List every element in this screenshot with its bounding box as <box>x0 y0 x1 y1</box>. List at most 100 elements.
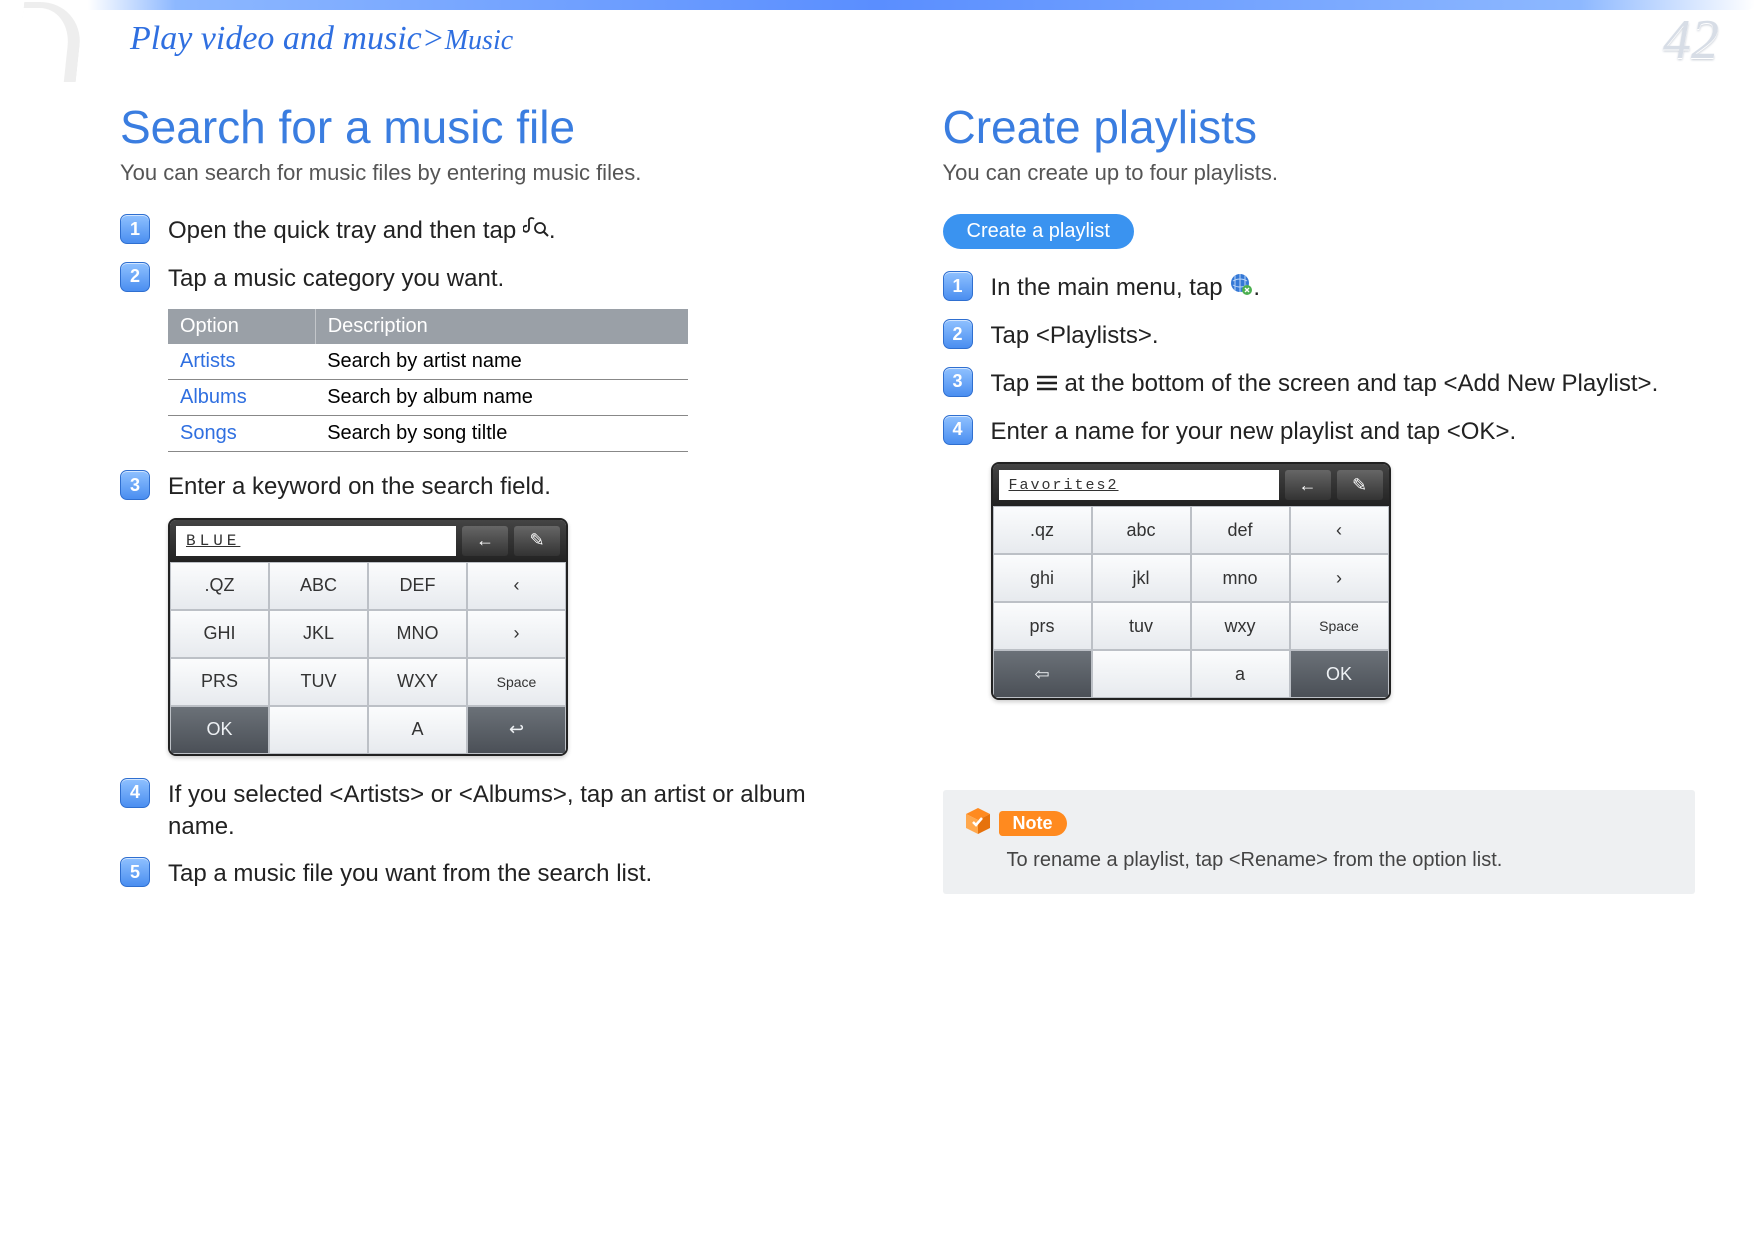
left-step-2-text: Tap a music category you want. <box>168 262 504 295</box>
opt-name: Songs <box>168 416 315 452</box>
keypad-key[interactable]: jkl <box>1092 554 1191 602</box>
step-badge: 3 <box>943 367 973 397</box>
right-step-3a: Tap <box>991 370 1036 397</box>
step-badge: 4 <box>120 778 150 808</box>
left-step-5-text: Tap a music file you want from the searc… <box>168 857 652 890</box>
breadcrumb-part1: Play video and music <box>130 20 422 57</box>
step-badge: 1 <box>120 214 150 244</box>
keypad-key[interactable]: WXY <box>368 658 467 706</box>
note-label: Note <box>999 811 1067 836</box>
keypad-key[interactable]: ‹ <box>467 562 566 610</box>
keypad-key[interactable]: TUV <box>269 658 368 706</box>
breadcrumb-swoosh <box>16 2 84 82</box>
keypad-key[interactable]: mno <box>1191 554 1290 602</box>
breadcrumb: Play video and music>Music <box>60 20 580 58</box>
keypad-key[interactable]: MNO <box>368 610 467 658</box>
keypad-key[interactable]: prs <box>993 602 1092 650</box>
table-row: Songs Search by song tiltle <box>168 416 688 452</box>
keypad-key[interactable]: Space <box>467 658 566 706</box>
keypad-back-button[interactable]: ← <box>462 526 508 556</box>
keypad-key[interactable] <box>269 706 368 754</box>
left-keypad: BLUE ← ✎ .QZABCDEF‹ GHIJKLMNO› PRSTUVWXYSp… <box>168 518 568 756</box>
left-step-3: 3 Enter a keyword on the search field. <box>120 470 873 503</box>
keypad-key[interactable]: OK <box>170 706 269 754</box>
right-step-2-text: Tap <Playlists>. <box>991 319 1159 352</box>
left-step-3-text: Enter a keyword on the search field. <box>168 470 551 503</box>
music-search-icon <box>523 215 549 247</box>
top-accent-bar <box>0 0 1755 10</box>
keypad-key[interactable]: › <box>1290 554 1389 602</box>
opt-desc: Search by album name <box>315 380 688 416</box>
left-step-4: 4 If you selected <Artists> or <Albums>,… <box>120 778 873 844</box>
right-lead: You can create up to four playlists. <box>943 160 1696 186</box>
table-row: Albums Search by album name <box>168 380 688 416</box>
keypad-key[interactable]: › <box>467 610 566 658</box>
left-step-1b: . <box>549 217 556 244</box>
keypad-key[interactable]: ‹ <box>1290 506 1389 554</box>
keypad-key[interactable]: Space <box>1290 602 1389 650</box>
keypad-key[interactable]: .qz <box>993 506 1092 554</box>
note-cube-icon <box>963 806 993 841</box>
keypad-key[interactable]: ⇦ <box>993 650 1092 698</box>
keypad-key[interactable]: ABC <box>269 562 368 610</box>
right-step-1: 1 In the main menu, tap . <box>943 271 1696 305</box>
right-step-1a: In the main menu, tap <box>991 274 1230 301</box>
keypad-edit-button[interactable]: ✎ <box>514 526 560 556</box>
left-step-2: 2 Tap a music category you want. <box>120 262 873 295</box>
page-number: 42 <box>1663 8 1719 72</box>
opt-desc: Search by song tiltle <box>315 416 688 452</box>
step-badge: 1 <box>943 271 973 301</box>
step-badge: 5 <box>120 857 150 887</box>
right-step-4: 4 Enter a name for your new playlist and… <box>943 415 1696 448</box>
keypad-key[interactable] <box>1092 650 1191 698</box>
keypad-key[interactable]: OK <box>1290 650 1389 698</box>
keypad-key[interactable]: GHI <box>170 610 269 658</box>
note-body: To rename a playlist, tap <Rename> from … <box>963 849 1676 872</box>
opts-head-desc: Description <box>315 309 688 344</box>
right-step-4-text: Enter a name for your new playlist and t… <box>991 415 1517 448</box>
step-badge: 2 <box>943 319 973 349</box>
menu-icon <box>1036 368 1058 400</box>
keypad-key[interactable]: abc <box>1092 506 1191 554</box>
left-heading: Search for a music file <box>120 100 873 154</box>
right-step-1b: . <box>1253 274 1260 301</box>
keypad-key[interactable]: def <box>1191 506 1290 554</box>
right-step-3b: at the bottom of the screen and tap <Add… <box>1065 370 1659 397</box>
step-badge: 2 <box>120 262 150 292</box>
left-step-1a: Open the quick tray and then tap <box>168 217 523 244</box>
create-playlist-pill: Create a playlist <box>943 214 1134 249</box>
right-keypad: Favorites2 ← ✎ .qzabcdef‹ ghijklmno› prstu… <box>991 462 1391 700</box>
step-badge: 4 <box>943 415 973 445</box>
opts-head-option: Option <box>168 309 315 344</box>
keypad-key[interactable]: wxy <box>1191 602 1290 650</box>
opt-desc: Search by artist name <box>315 344 688 380</box>
keypad-input[interactable]: Favorites2 <box>999 470 1279 500</box>
left-lead: You can search for music files by enteri… <box>120 160 873 186</box>
note-box: Note To rename a playlist, tap <Rename> … <box>943 790 1696 894</box>
keypad-back-button[interactable]: ← <box>1285 470 1331 500</box>
step-badge: 3 <box>120 470 150 500</box>
keypad-key[interactable]: ↩ <box>467 706 566 754</box>
breadcrumb-sep: > <box>422 20 445 57</box>
table-row: Artists Search by artist name <box>168 344 688 380</box>
keypad-key[interactable]: .QZ <box>170 562 269 610</box>
left-step-1: 1 Open the quick tray and then tap . <box>120 214 873 248</box>
keypad-key[interactable]: PRS <box>170 658 269 706</box>
keypad-key[interactable]: tuv <box>1092 602 1191 650</box>
keypad-input[interactable]: BLUE <box>176 526 456 556</box>
globe-icon <box>1229 272 1253 305</box>
right-step-2: 2 Tap <Playlists>. <box>943 319 1696 352</box>
right-column: Create playlists You can create up to fo… <box>943 100 1696 905</box>
keypad-key[interactable]: a <box>1191 650 1290 698</box>
left-column: Search for a music file You can search f… <box>120 100 873 905</box>
keypad-key[interactable]: DEF <box>368 562 467 610</box>
keypad-key[interactable]: A <box>368 706 467 754</box>
opt-name: Artists <box>168 344 315 380</box>
keypad-key[interactable]: JKL <box>269 610 368 658</box>
opt-name: Albums <box>168 380 315 416</box>
left-step-5: 5 Tap a music file you want from the sea… <box>120 857 873 890</box>
keypad-key[interactable]: ghi <box>993 554 1092 602</box>
right-step-3: 3 Tap at the bottom of the screen and ta… <box>943 367 1696 401</box>
keypad-edit-button[interactable]: ✎ <box>1337 470 1383 500</box>
breadcrumb-part2: Music <box>445 25 513 56</box>
